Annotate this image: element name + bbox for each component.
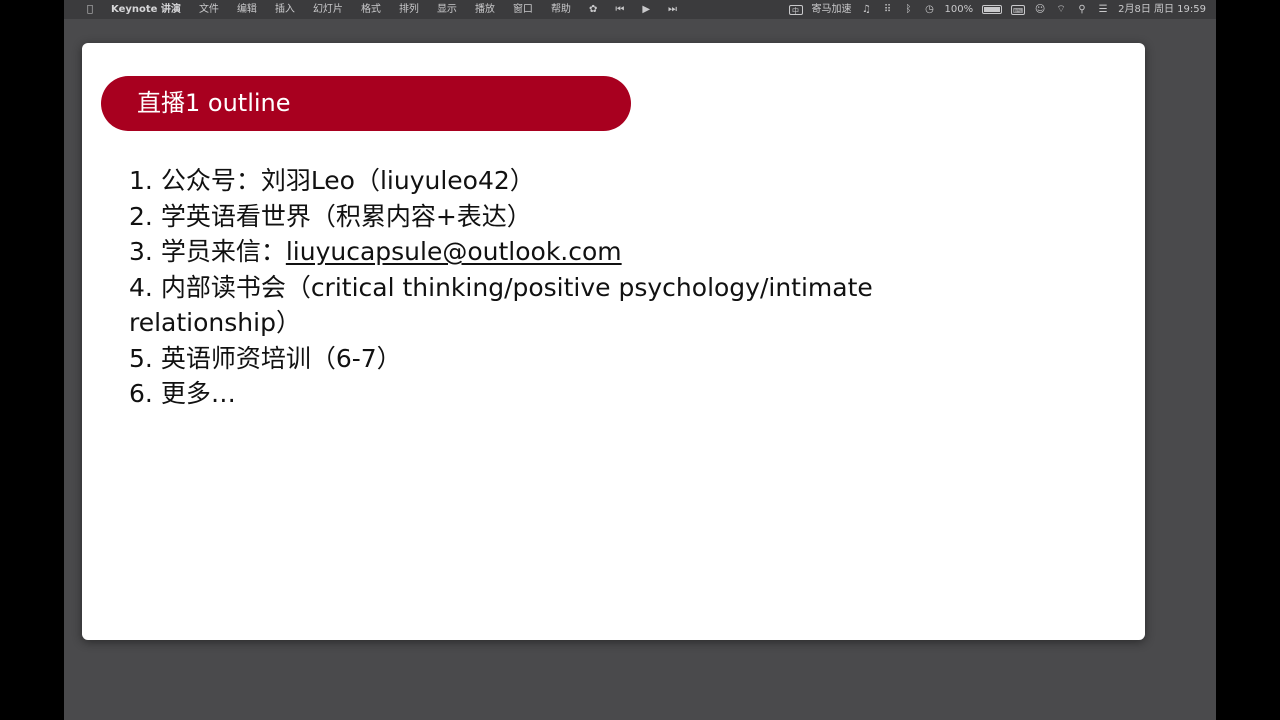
creative-cloud-icon[interactable]: ✿ (580, 0, 606, 19)
rewind-icon[interactable]: ⏮ (606, 0, 633, 19)
menu-item-format[interactable]: 格式 (352, 0, 390, 19)
list-item-number: 4. (129, 272, 153, 302)
menu-item-window[interactable]: 窗口 (504, 0, 542, 19)
bluetooth-icon[interactable]: ᛒ (903, 4, 915, 16)
menu-item-arrange[interactable]: 排列 (390, 0, 428, 19)
menu-item-view[interactable]: 显示 (428, 0, 466, 19)
list-item-text: 学英语看世界（积累内容+表达） (160, 201, 532, 231)
email-link[interactable]: liuyucapsule@outlook.com (286, 237, 622, 266)
input-method-icon[interactable]: 中 (788, 4, 803, 15)
apple-icon[interactable]:  (78, 0, 102, 19)
list-item-number: 3. (129, 237, 153, 266)
list-item: 2. 学英语看世界（积累内容+表达） (129, 199, 929, 235)
title-banner: 直播1 outline (101, 76, 631, 131)
wifi-icon[interactable]: ⌔ (1055, 4, 1067, 16)
menu-item-help[interactable]: 帮助 (542, 0, 580, 19)
list-item-text: 更多… (160, 379, 236, 408)
menu-bar:  Keynote 讲演 文件 编辑 插入 幻灯片 格式 排列 显示 播放 窗口… (64, 0, 1216, 19)
menu-item-keynote[interactable]: Keynote 讲演 (102, 0, 190, 19)
list-item: 5. 英语师资培训（6-7） (129, 341, 929, 377)
forward-icon[interactable]: ⏭ (659, 0, 686, 19)
headphones-icon[interactable]: ♫ (861, 4, 873, 16)
desktop-screen:  Keynote 讲演 文件 编辑 插入 幻灯片 格式 排列 显示 播放 窗口… (64, 0, 1216, 720)
menu-item-slide[interactable]: 幻灯片 (304, 0, 352, 19)
menu-item-insert[interactable]: 插入 (266, 0, 304, 19)
list-item-number: 5. (129, 343, 153, 373)
battery-percent: 100% (944, 4, 974, 15)
list-item-number: 1. (129, 166, 153, 195)
list-item: 3. 学员来信：liuyucapsule@outlook.com (129, 234, 929, 270)
list-item-text: 公众号：刘羽Leo（liuyuleo42） (160, 166, 535, 195)
list-item-number: 6. (129, 379, 153, 408)
slide-title: 直播1 outline (137, 89, 291, 117)
list-item: 4. 内部读书会（critical thinking/positive psyc… (129, 270, 929, 341)
list-item-text: 英语师资培训（6-7） (160, 343, 402, 373)
list-item: 6. 更多… (129, 376, 929, 412)
menu-bar-clock[interactable]: 2月8日 周日 19:59 (1118, 0, 1206, 19)
menu-item-play[interactable]: 播放 (466, 0, 504, 19)
battery-icon[interactable] (982, 5, 1003, 14)
slide-canvas[interactable]: 直播1 outline 1. 公众号：刘羽Leo（liuyuleo42） 2. … (82, 43, 1145, 640)
play-icon[interactable]: ▶ (633, 0, 659, 19)
keyboard-icon[interactable]: ⌨ (1011, 4, 1026, 15)
control-center-icon[interactable]: ☰ (1097, 4, 1109, 16)
outline-list: 1. 公众号：刘羽Leo（liuyuleo42） 2. 学英语看世界（积累内容+… (129, 163, 929, 412)
accelerator-app-label[interactable]: 寄马加速 (812, 0, 852, 19)
grid-icon[interactable]: ⠿ (882, 4, 894, 16)
list-item-text: 内部读书会（critical thinking/positive psychol… (129, 272, 873, 338)
menu-item-edit[interactable]: 编辑 (228, 0, 266, 19)
time-machine-icon[interactable]: ◷ (924, 4, 936, 16)
user-icon[interactable]: ☺ (1034, 4, 1046, 16)
list-item-number: 2. (129, 201, 153, 231)
list-item-text: 学员来信： (160, 237, 286, 266)
search-icon[interactable]: ⚲ (1076, 4, 1088, 16)
list-item: 1. 公众号：刘羽Leo（liuyuleo42） (129, 163, 929, 199)
menu-item-file[interactable]: 文件 (190, 0, 228, 19)
